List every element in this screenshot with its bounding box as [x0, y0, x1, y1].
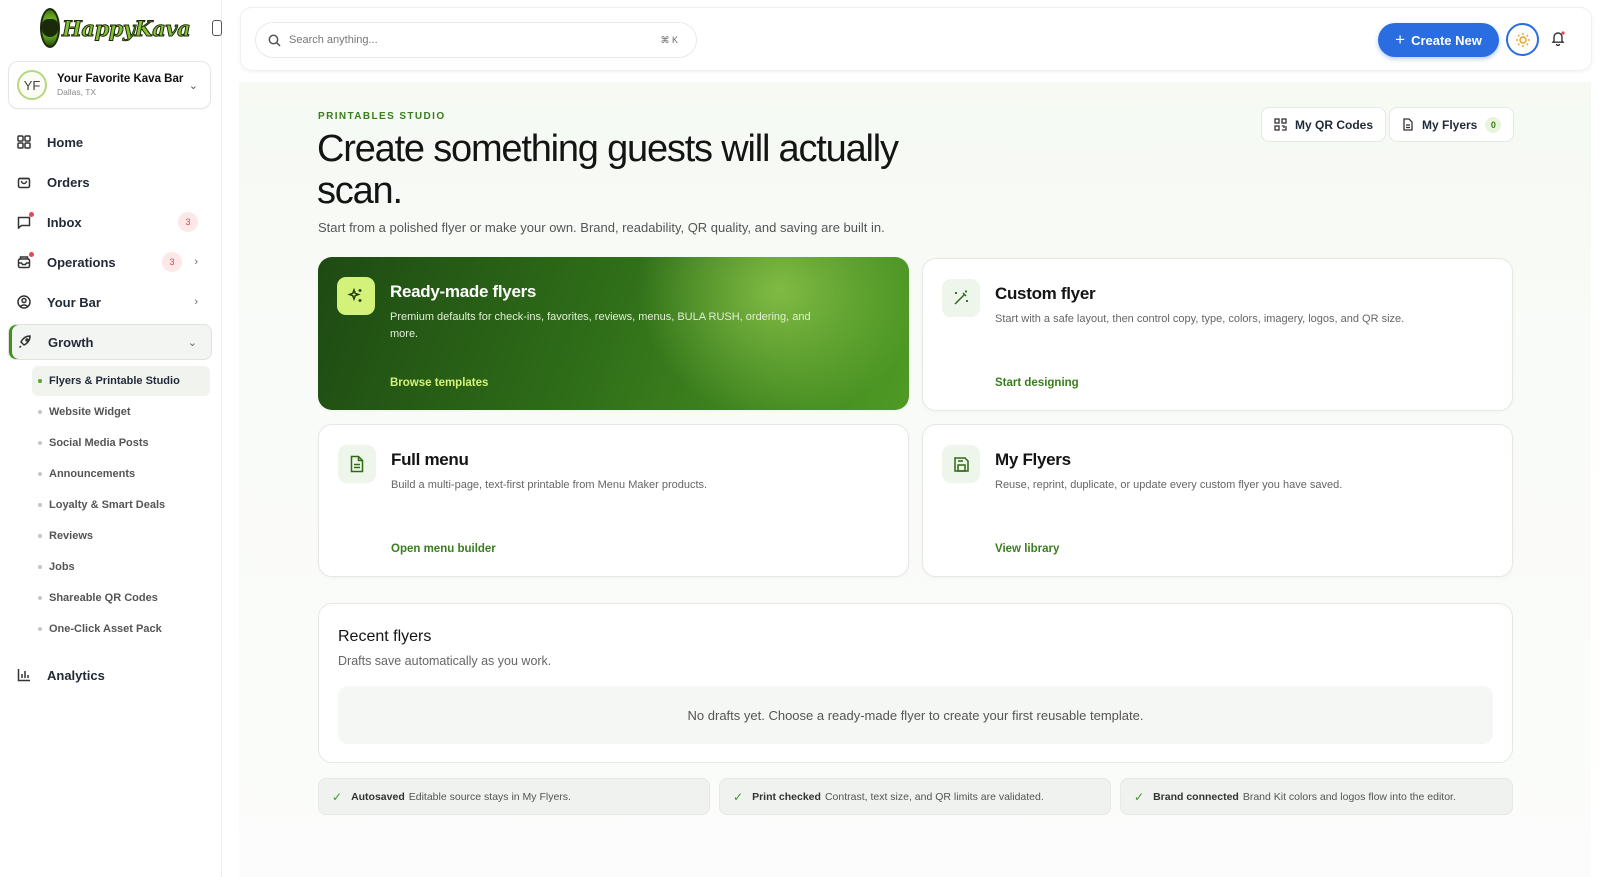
- card-title: Custom flyer: [995, 284, 1096, 303]
- sidebar-item-home[interactable]: Home: [8, 124, 212, 160]
- sidebar-item-label: Your Bar: [47, 294, 101, 310]
- full-menu-card[interactable]: Full menu Build a multi-page, text-first…: [318, 424, 909, 577]
- my-qr-codes-button[interactable]: My QR Codes: [1261, 107, 1387, 142]
- card-description: Reuse, reprint, duplicate, or update eve…: [995, 479, 1343, 491]
- recent-flyers-title: Recent flyers: [338, 628, 432, 645]
- rocket-icon: [17, 334, 33, 350]
- start-designing-link[interactable]: Start designing: [995, 377, 1079, 389]
- page-eyebrow: PRINTABLES STUDIO: [318, 111, 446, 122]
- qr-code-icon: [1274, 118, 1287, 131]
- sidebar-item-label: Inbox: [47, 214, 82, 230]
- operations-count-badge: 3: [162, 252, 182, 272]
- subnav-flyers-printable-studio[interactable]: Flyers & Printable Studio: [32, 366, 210, 396]
- sidebar-item-orders[interactable]: Orders: [8, 164, 212, 200]
- top-bar: Search anything... ⌘ K + Create New: [240, 7, 1592, 71]
- search-icon: [268, 34, 281, 47]
- bar-location: Dallas, TX: [57, 87, 97, 97]
- chevron-right-icon: ›: [194, 256, 198, 268]
- search-input[interactable]: Search anything... ⌘ K: [255, 22, 697, 58]
- sidebar-item-your-bar[interactable]: Your Bar ›: [8, 284, 212, 320]
- avatar: YF: [17, 70, 47, 100]
- chevron-right-icon: ›: [194, 296, 198, 308]
- sidebar-item-analytics[interactable]: Analytics: [8, 657, 212, 693]
- custom-flyer-card[interactable]: Custom flyer Start with a safe layout, t…: [922, 258, 1513, 411]
- sidebar-item-label: Home: [47, 134, 84, 150]
- browse-templates-link[interactable]: Browse templates: [390, 377, 488, 389]
- check-icon: ✓: [733, 789, 744, 804]
- theme-toggle-button[interactable]: [1506, 23, 1539, 56]
- card-description: Premium defaults for check-ins, favorite…: [390, 311, 811, 340]
- sidebar: HappyKava YF Your Favorite Kava Bar Dall…: [0, 0, 222, 877]
- feature-autosaved: ✓ Autosaved Editable source stays in My F…: [318, 778, 710, 815]
- flyers-count-badge: 0: [1485, 116, 1502, 133]
- sidebar-item-label: Growth: [48, 334, 94, 350]
- sidebar-item-inbox[interactable]: Inbox 3: [8, 204, 212, 240]
- tiki-logo-icon: [40, 8, 60, 48]
- feature-print-checked: ✓ Print checked Contrast, text size, and …: [719, 778, 1111, 815]
- search-placeholder: Search anything...: [289, 34, 378, 46]
- subnav-website-widget[interactable]: Website Widget: [32, 397, 210, 427]
- document-icon: [338, 445, 376, 483]
- bag-icon: [16, 174, 32, 190]
- card-title: Full menu: [391, 450, 469, 469]
- sidebar-item-label: Analytics: [47, 667, 105, 683]
- sparkles-icon: [337, 277, 375, 315]
- sun-icon: [1515, 32, 1530, 47]
- sidebar-item-label: Operations: [47, 254, 116, 270]
- inbox-count-badge: 3: [178, 212, 198, 232]
- card-title: My Flyers: [995, 450, 1071, 469]
- sidebar-item-growth[interactable]: Growth ⌄: [8, 324, 212, 360]
- check-icon: ✓: [332, 789, 343, 804]
- chevron-down-icon: ⌄: [187, 336, 197, 349]
- search-shortcut: ⌘ K: [660, 34, 678, 45]
- document-icon: [1403, 118, 1413, 131]
- recent-flyers-panel: Recent flyers Drafts save automatically …: [318, 603, 1513, 763]
- magic-wand-icon: [942, 279, 980, 317]
- subnav-jobs[interactable]: Jobs: [32, 552, 210, 582]
- subnav-loyalty-smart-deals[interactable]: Loyalty & Smart Deals: [32, 490, 210, 520]
- card-title: Ready-made flyers: [390, 282, 537, 301]
- card-description: Start with a safe layout, then control c…: [995, 313, 1405, 325]
- feature-brand-connected: ✓ Brand connected Brand Kit colors and lo…: [1120, 778, 1513, 815]
- chevron-down-icon: ⌄: [188, 80, 198, 92]
- open-menu-builder-link[interactable]: Open menu builder: [391, 543, 496, 555]
- create-new-button[interactable]: + Create New: [1378, 23, 1499, 57]
- chat-icon: [16, 212, 34, 230]
- subnav-shareable-qr-codes[interactable]: Shareable QR Codes: [32, 583, 210, 613]
- grid-icon: [16, 134, 32, 150]
- my-flyers-button[interactable]: My Flyers 0: [1389, 107, 1515, 142]
- bar-name: Your Favorite Kava Bar: [57, 73, 184, 85]
- sidebar-item-label: Orders: [47, 174, 90, 190]
- my-flyers-card[interactable]: My Flyers Reuse, reprint, duplicate, or …: [922, 424, 1513, 577]
- recent-flyers-subtitle: Drafts save automatically as you work.: [338, 654, 552, 668]
- tray-icon: [16, 252, 34, 270]
- view-library-link[interactable]: View library: [995, 543, 1059, 555]
- subnav-one-click-asset-pack[interactable]: One-Click Asset Pack: [32, 614, 210, 644]
- subnav-reviews[interactable]: Reviews: [32, 521, 210, 551]
- page-subtitle: Start from a polished flyer or make your…: [318, 220, 885, 235]
- save-icon: [942, 445, 980, 483]
- user-circle-icon: [16, 294, 32, 310]
- logo-text: HappyKava: [61, 15, 191, 41]
- notifications-bell-icon[interactable]: [1550, 30, 1570, 50]
- sidebar-collapse-icon[interactable]: [212, 20, 222, 36]
- subnav-social-media-posts[interactable]: Social Media Posts: [32, 428, 210, 458]
- subnav-announcements[interactable]: Announcements: [32, 459, 210, 489]
- ready-made-flyers-card[interactable]: Ready-made flyers Premium defaults for c…: [318, 257, 909, 410]
- app-logo[interactable]: HappyKava: [40, 7, 191, 49]
- check-icon: ✓: [1134, 789, 1145, 804]
- card-description: Build a multi-page, text-first printable…: [391, 479, 708, 491]
- bar-chart-icon: [16, 667, 32, 683]
- plus-icon: +: [1395, 30, 1406, 49]
- empty-state-message: No drafts yet. Choose a ready-made flyer…: [338, 686, 1493, 744]
- sidebar-item-operations[interactable]: Operations 3 ›: [8, 244, 212, 280]
- bar-switcher[interactable]: YF Your Favorite Kava Bar Dallas, TX ⌄: [8, 61, 211, 109]
- page-title: Create something guests will actually sc…: [317, 128, 899, 212]
